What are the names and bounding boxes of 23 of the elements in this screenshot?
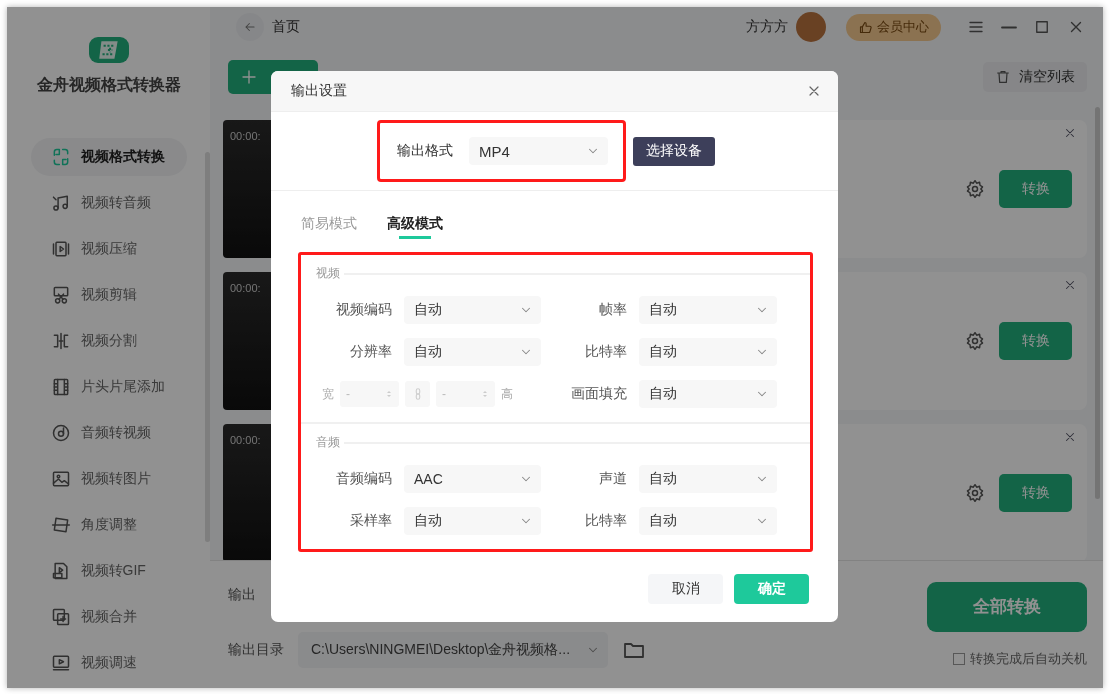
field-label: 采样率 (349, 512, 392, 530)
output-info-label: 输出 (228, 585, 256, 604)
checkbox-label: 转换完成后自动关机 (970, 649, 1087, 668)
field-label: 视频编码 (335, 301, 392, 319)
section-title: 视频 (316, 265, 340, 282)
width-label: 宽 (322, 385, 334, 403)
app-name: 金舟视频格式转换器 (36, 75, 181, 95)
duration: 00:00: (230, 130, 261, 142)
output-dir-label: 输出目录 (228, 640, 284, 659)
duration: 00:00: (230, 434, 261, 446)
field-label: 分辨率 (349, 343, 392, 361)
field-label: 比特率 (584, 343, 627, 361)
section-title: 音频 (316, 434, 340, 451)
field-label: 声道 (598, 470, 627, 488)
height-label: 高 (501, 385, 513, 403)
field-label: 帧率 (598, 301, 627, 319)
user-name: 方方方 (746, 18, 788, 36)
format-label: 输出格式 (397, 142, 453, 160)
field-label: 比特率 (584, 512, 627, 530)
duration: 00:00: (230, 282, 261, 294)
field-label: 音频编码 (335, 470, 392, 488)
field-label: 画面填充 (570, 385, 627, 403)
dialog-title: 输出设置 (291, 82, 347, 100)
